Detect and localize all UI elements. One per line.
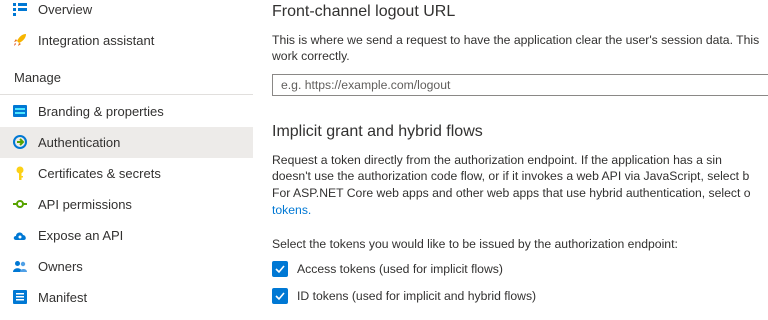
authentication-icon <box>13 135 27 149</box>
id-tokens-checkbox[interactable] <box>272 288 288 304</box>
sidebar: Overview Integration assistant Manage Br… <box>0 0 253 320</box>
access-tokens-row[interactable]: Access tokens (used for implicit flows) <box>272 260 503 278</box>
key-icon <box>16 166 24 180</box>
id-tokens-row[interactable]: ID tokens (used for implicit and hybrid … <box>272 287 536 305</box>
sidebar-item-authentication[interactable]: Authentication <box>0 127 253 158</box>
sidebar-item-label: API permissions <box>38 197 132 212</box>
manifest-icon <box>13 290 27 304</box>
sidebar-item-overview[interactable]: Overview <box>0 0 253 25</box>
logout-title: Front-channel logout URL <box>272 3 456 20</box>
checkmark-icon <box>275 292 285 301</box>
implicit-description-line1: Request a token directly from the author… <box>272 153 722 167</box>
section-label-manage: Manage <box>14 70 61 85</box>
sidebar-item-label: Manifest <box>38 290 88 305</box>
branding-icon <box>13 105 27 117</box>
sidebar-item-label: Overview <box>38 2 93 17</box>
tokens-link[interactable]: tokens. <box>272 202 311 218</box>
checkmark-icon <box>275 265 285 274</box>
sidebar-item-label: Expose an API <box>38 228 124 243</box>
sidebar-item-label: Branding & properties <box>38 104 164 119</box>
overview-icon <box>13 3 27 16</box>
sidebar-item-branding[interactable]: Branding & properties <box>0 96 253 127</box>
access-tokens-checkbox[interactable] <box>272 261 288 277</box>
implicit-grant-title: Implicit grant and hybrid flows <box>272 123 483 140</box>
access-tokens-label: Access tokens (used for implicit flows) <box>297 262 503 276</box>
sidebar-item-label: Certificates & secrets <box>38 166 161 181</box>
owners-icon <box>13 261 27 272</box>
select-tokens-prompt: Select the tokens you would like to be i… <box>272 237 678 251</box>
divider <box>0 94 253 95</box>
cloud-icon <box>13 232 26 240</box>
logout-description-line1: This is where we send a request to have … <box>272 33 760 47</box>
sidebar-item-manifest[interactable]: Manifest <box>0 282 253 313</box>
sidebar-item-expose-api[interactable]: Expose an API <box>0 220 253 251</box>
id-tokens-label: ID tokens (used for implicit and hybrid … <box>297 289 537 303</box>
implicit-description-line3: For ASP.NET Core web apps and other web … <box>272 186 751 200</box>
sidebar-item-api-permissions[interactable]: API permissions <box>0 189 253 220</box>
sidebar-item-label: Authentication <box>38 135 121 150</box>
sidebar-item-label: Integration assistant <box>38 33 155 48</box>
rocket-icon <box>14 34 26 46</box>
sidebar-item-certificates[interactable]: Certificates & secrets <box>0 158 253 189</box>
sidebar-item-integration-assistant[interactable]: Integration assistant <box>0 25 253 56</box>
main-content: Front-channel logout URL This is where w… <box>253 0 768 320</box>
logout-url-input[interactable] <box>272 74 768 96</box>
implicit-description-line2: doesn't use the authorization code flow,… <box>272 169 750 183</box>
sidebar-item-label: Owners <box>38 259 83 274</box>
api-permissions-icon <box>13 200 27 208</box>
logout-description-line2: work correctly. <box>272 49 350 63</box>
sidebar-item-owners[interactable]: Owners <box>0 251 253 282</box>
